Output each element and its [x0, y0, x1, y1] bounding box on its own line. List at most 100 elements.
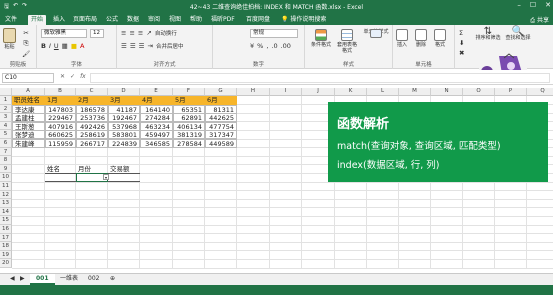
fill-icon[interactable]: ⬇ — [459, 39, 464, 47]
border-icon[interactable]: ▦ — [62, 42, 68, 50]
tab-formulas[interactable]: 公式 — [103, 15, 121, 25]
query-input-cell[interactable] — [108, 173, 140, 183]
row-header[interactable]: 20 — [0, 259, 12, 268]
column-header[interactable]: D — [108, 88, 140, 96]
underline-icon[interactable]: U — [54, 42, 59, 50]
column-header[interactable]: N — [431, 88, 463, 96]
row-header[interactable]: 9 — [0, 164, 12, 174]
increase-decimal-icon[interactable]: .0 — [271, 42, 277, 50]
tab-help[interactable]: 帮助 — [187, 15, 205, 25]
column-header[interactable]: I — [270, 88, 302, 96]
decrease-decimal-icon[interactable]: .00 — [281, 42, 291, 50]
italic-icon[interactable]: I — [49, 42, 51, 50]
row-header[interactable]: 14 — [0, 207, 12, 217]
tab-home[interactable]: 开始 — [28, 15, 47, 25]
column-header[interactable]: F — [173, 88, 205, 96]
enter-icon[interactable]: ✓ — [70, 73, 75, 80]
tab-file[interactable]: 文件 — [2, 15, 20, 25]
tab-insert[interactable]: 插入 — [50, 15, 68, 25]
tell-me-search[interactable]: 💡 操作说明搜索 — [278, 15, 329, 25]
formula-input[interactable] — [90, 73, 550, 83]
table-cell[interactable]: 449589 — [205, 139, 237, 148]
clear-icon[interactable]: ✖ — [459, 49, 464, 57]
currency-icon[interactable]: ¥ — [250, 42, 254, 50]
select-all-corner[interactable] — [0, 88, 12, 96]
row-header[interactable]: 17 — [0, 233, 12, 243]
table-cell[interactable]: 278584 — [173, 139, 205, 148]
sheet-tab-002[interactable]: 002 — [82, 274, 105, 285]
row-header[interactable]: 18 — [0, 242, 12, 251]
row-header[interactable]: 16 — [0, 225, 12, 234]
format-painter-icon[interactable]: 🖌 — [22, 50, 30, 58]
column-header[interactable]: K — [335, 88, 367, 96]
column-header[interactable]: M — [399, 88, 431, 96]
row-header[interactable]: 13 — [0, 199, 12, 208]
cancel-icon[interactable]: ✕ — [60, 73, 65, 80]
column-header[interactable]: J — [302, 88, 335, 96]
sheet-nav-next-icon[interactable]: ▶ — [14, 274, 31, 285]
row-header[interactable]: 3 — [0, 113, 12, 122]
name-box[interactable]: C10 — [2, 73, 54, 83]
column-header[interactable]: B — [45, 88, 76, 96]
format-as-table-button[interactable]: 套用表格格式 — [336, 29, 358, 54]
row-header[interactable]: 1 — [0, 96, 12, 105]
table-cell[interactable]: 346585 — [140, 139, 173, 148]
format-cells-button[interactable]: 格式 — [434, 29, 446, 48]
align-top-icon[interactable]: ≡ — [121, 29, 126, 37]
row-header[interactable]: 8 — [0, 156, 12, 165]
row-header[interactable]: 15 — [0, 216, 12, 225]
row-header[interactable]: 19 — [0, 250, 12, 260]
orientation-icon[interactable]: ↗ — [146, 29, 151, 37]
table-cell[interactable]: 224839 — [108, 139, 140, 148]
tab-foxit-pdf[interactable]: 福昕PDF — [208, 15, 238, 25]
column-header[interactable]: L — [367, 88, 399, 96]
align-right-icon[interactable]: ☰ — [139, 42, 145, 50]
column-header[interactable]: A — [12, 88, 45, 96]
cut-icon[interactable]: ✂ — [23, 29, 28, 37]
tab-view[interactable]: 视图 — [166, 15, 184, 25]
column-header[interactable]: C — [76, 88, 108, 96]
number-format-select[interactable]: 常规 — [250, 29, 298, 38]
conditional-format-button[interactable]: 条件格式 — [310, 29, 332, 48]
row-header[interactable]: 11 — [0, 182, 12, 191]
find-select-button[interactable]: 🔍 查找和选择 — [505, 27, 531, 42]
table-cell[interactable]: 115959 — [45, 139, 76, 148]
align-middle-icon[interactable]: ≡ — [129, 29, 134, 37]
sheet-tab-001[interactable]: 001 — [30, 274, 55, 285]
table-cell[interactable]: 266717 — [76, 139, 108, 148]
align-left-icon[interactable]: ☰ — [121, 42, 127, 50]
table-cell[interactable]: 朱建峰 — [12, 139, 45, 148]
column-header[interactable]: E — [140, 88, 173, 96]
row-header[interactable]: 2 — [0, 104, 12, 114]
row-header[interactable]: 4 — [0, 121, 12, 131]
cell-styles-button[interactable]: 单元格样式 — [362, 29, 390, 38]
fx-icon[interactable]: fx — [80, 73, 86, 80]
sort-filter-button[interactable]: ⇅ 排序和筛选 — [475, 27, 501, 42]
font-name-select[interactable]: 微软雅黑 — [41, 29, 87, 38]
align-center-icon[interactable]: ☰ — [130, 42, 136, 50]
restore-icon[interactable]: ☐ — [530, 1, 536, 9]
column-header[interactable]: H — [237, 88, 270, 96]
delete-cells-button[interactable]: 删除 — [415, 29, 427, 48]
font-color-icon[interactable]: A — [80, 42, 84, 50]
query-input-cell[interactable] — [45, 173, 76, 183]
paste-button[interactable]: 粘贴 — [3, 28, 16, 50]
comma-icon[interactable]: , — [266, 42, 268, 50]
wrap-text-button[interactable]: 自动换行 — [155, 29, 177, 37]
align-bottom-icon[interactable]: ≡ — [138, 29, 143, 37]
row-header[interactable]: 5 — [0, 130, 12, 139]
percent-icon[interactable]: % — [257, 42, 263, 50]
dropdown-arrow-icon[interactable]: ▾ — [103, 174, 109, 181]
column-header[interactable]: G — [205, 88, 237, 96]
add-sheet-icon[interactable]: ⊕ — [104, 274, 121, 285]
column-header[interactable]: Q — [527, 88, 553, 96]
fill-color-icon[interactable]: ■ — [71, 42, 77, 50]
tab-page-layout[interactable]: 页面布局 — [70, 15, 100, 25]
minimize-icon[interactable]: – — [517, 1, 521, 9]
row-header[interactable]: 10 — [0, 173, 12, 182]
column-header[interactable]: P — [495, 88, 527, 96]
sheet-tab-1d-table[interactable]: 一维表 — [54, 274, 84, 285]
tab-review[interactable]: 审阅 — [145, 15, 163, 25]
tab-data[interactable]: 数据 — [124, 15, 142, 25]
merge-center-button[interactable]: 合并后居中 — [156, 42, 184, 50]
